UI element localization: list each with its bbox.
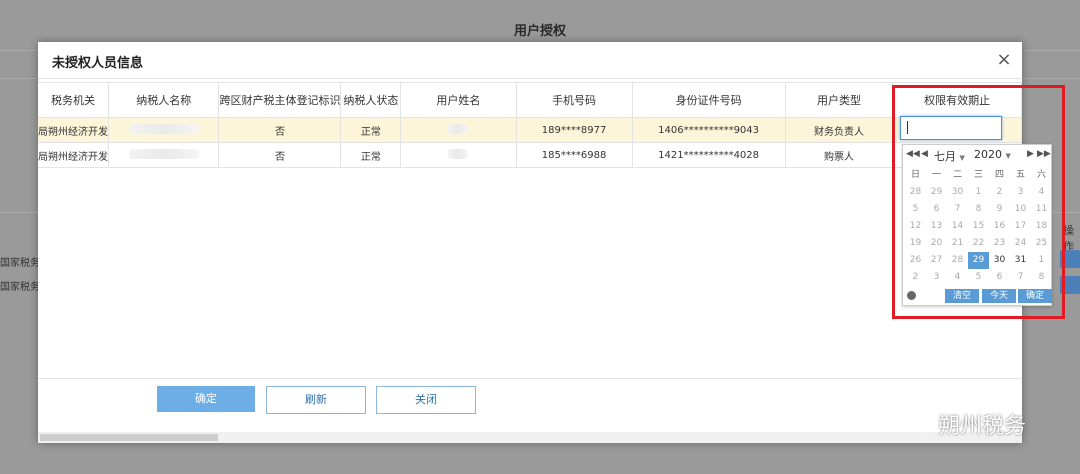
user-type-cell: 财务负责人 [785, 117, 894, 143]
taxpayer-status-cell: 正常 [340, 117, 402, 143]
table-row[interactable]: 局朔州经济开发 否 正常 185****6988 1421**********4… [38, 142, 1022, 168]
personnel-table: 税务机关 纳税人名称 跨区财产税主体登记标识 纳税人状态 用户姓名 手机号码 身… [38, 82, 1022, 168]
redacted-text [448, 148, 469, 159]
id-number-cell: 1421**********4028 [632, 142, 786, 168]
watermark-text: 朔州税务 [938, 414, 1027, 439]
redacted-text [128, 123, 199, 134]
close-icon[interactable]: × [994, 50, 1014, 70]
unauthorized-personnel-dialog: 未授权人员信息 × 税务机关 纳税人名称 跨区财产税主体登记标识 纳税人状态 用… [38, 42, 1022, 443]
column-header[interactable]: 纳税人状态 [340, 82, 402, 118]
close-button[interactable]: 关闭 [376, 386, 476, 414]
column-header[interactable]: 用户姓名 [400, 82, 517, 118]
cross-region-cell: 否 [218, 142, 342, 168]
footer-divider [38, 378, 1022, 379]
cross-region-cell: 否 [218, 117, 342, 143]
user-type-cell: 购票人 [785, 142, 894, 168]
column-header[interactable]: 用户类型 [785, 82, 894, 118]
taxpayer-name-cell [108, 142, 220, 168]
phone-cell: 185****6988 [516, 142, 633, 168]
wechat-icon [905, 415, 932, 433]
tax-office-cell: 局朔州经济开发 [38, 117, 109, 143]
id-number-cell: 1406**********9043 [632, 117, 786, 143]
tax-office-cell: 局朔州经济开发 [38, 142, 109, 168]
dialog-title: 未授权人员信息 [52, 56, 144, 71]
scrollbar-thumb[interactable] [40, 434, 218, 441]
background-title: 用户授权 [513, 24, 566, 39]
taxpayer-name-cell [108, 117, 220, 143]
column-header[interactable]: 手机号码 [516, 82, 633, 118]
refresh-button[interactable]: 刷新 [266, 386, 366, 414]
table-header-row: 税务机关 纳税人名称 跨区财产税主体登记标识 纳税人状态 用户姓名 手机号码 身… [38, 82, 1022, 118]
table-row[interactable]: 局朔州经济开发 否 正常 189****8977 1406**********9… [38, 117, 1022, 143]
dialog-header: 未授权人员信息 × [38, 42, 1022, 79]
phone-cell: 189****8977 [516, 117, 633, 143]
column-header[interactable]: 身份证件号码 [632, 82, 786, 118]
column-header[interactable]: 跨区财产税主体登记标识 [218, 82, 342, 118]
user-name-cell [400, 142, 517, 168]
user-name-cell [400, 117, 517, 143]
column-header[interactable]: 税务机关 [38, 82, 109, 118]
redacted-text [128, 148, 199, 159]
column-header[interactable]: 纳税人名称 [108, 82, 220, 118]
horizontal-scrollbar[interactable] [38, 432, 1022, 443]
taxpayer-status-cell: 正常 [340, 142, 402, 168]
confirm-button[interactable]: 确定 [157, 386, 255, 412]
highlight-annotation [892, 85, 1065, 319]
redacted-text [448, 123, 469, 134]
